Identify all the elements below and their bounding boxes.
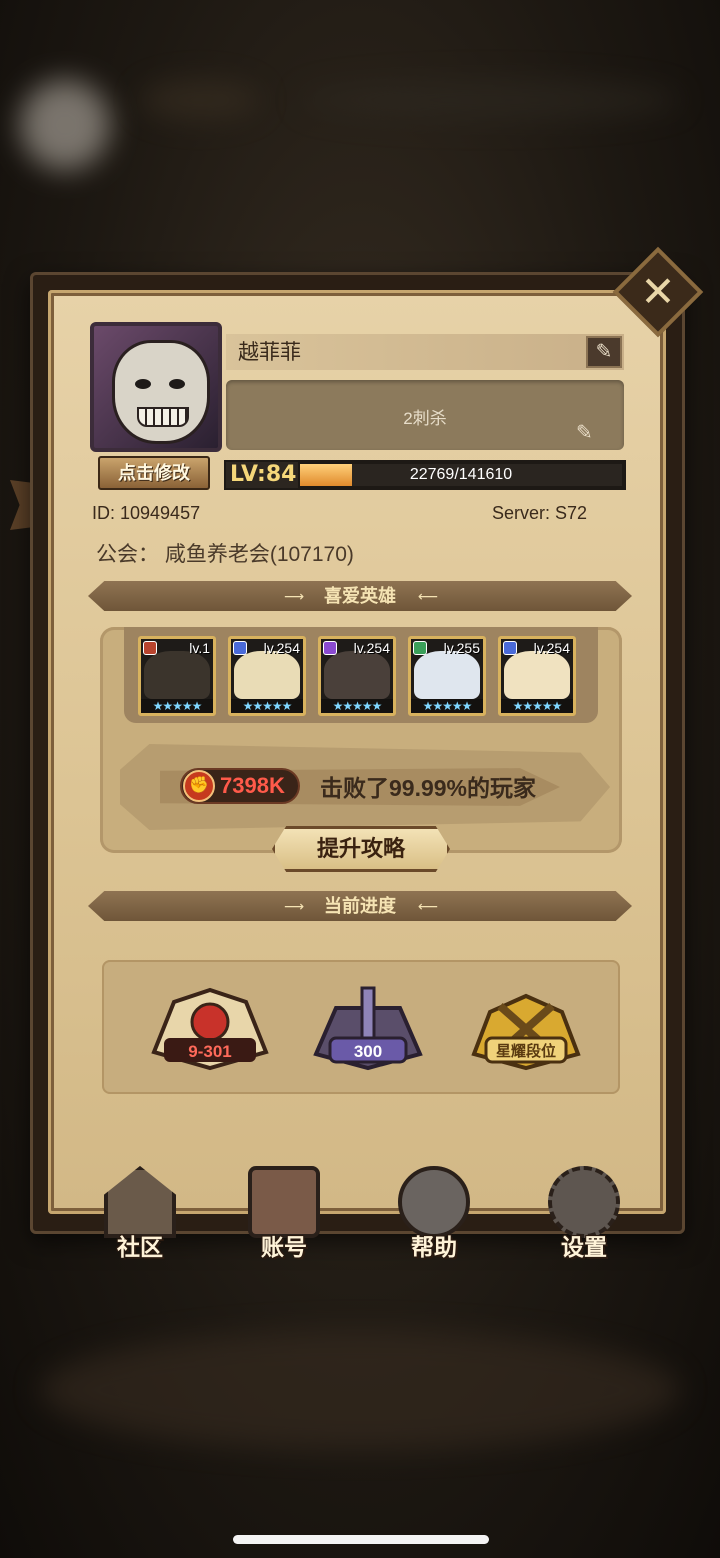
hero-card[interactable]: lv.255 ★★★★★	[408, 636, 486, 716]
hero-level: lv.255	[443, 640, 480, 656]
help-label: 帮助	[411, 1234, 457, 1260]
favorite-heroes-title: 喜爱英雄	[324, 586, 396, 606]
hero-stars: ★★★★★	[231, 699, 303, 713]
home-indicator[interactable]	[233, 1535, 489, 1544]
current-progress-title: 当前进度	[324, 896, 396, 916]
close-icon: ✕	[640, 268, 676, 315]
hero-element-icon	[233, 641, 247, 655]
hero-stars: ★★★★★	[321, 699, 393, 713]
account-label: 账号	[261, 1234, 307, 1260]
avatar-eye-right	[169, 379, 185, 389]
avatar-face	[112, 340, 210, 444]
hero-stars: ★★★★★	[411, 699, 483, 713]
hero-level: lv.254	[533, 640, 570, 656]
hero-portrait	[234, 651, 300, 699]
community-button[interactable]: 社区	[92, 1166, 188, 1266]
defeat-percentage-text: 击败了99.99%的玩家	[320, 775, 537, 801]
hero-level: lv.254	[353, 640, 390, 656]
background-resource-bar	[300, 80, 680, 120]
fist-icon: ✊	[183, 770, 215, 802]
player-name: 越菲菲	[238, 341, 301, 364]
arena-rank-label: 星耀段位	[495, 1043, 556, 1060]
hero-portrait	[504, 651, 570, 699]
chat-bubble-icon	[398, 1166, 470, 1238]
hero-element-icon	[413, 641, 427, 655]
xp-text: 22769/141610	[409, 466, 513, 483]
pencil-icon: ✎	[595, 341, 613, 363]
hero-card[interactable]: lv.254 ★★★★★	[228, 636, 306, 716]
settings-label: 设置	[561, 1234, 607, 1260]
hero-level: lv.254	[263, 640, 300, 656]
signature-text: 2刺杀	[403, 409, 447, 428]
avatar-mouth	[137, 407, 189, 427]
community-label: 社区	[117, 1234, 163, 1260]
hero-card[interactable]: lv.254 ★★★★★	[498, 636, 576, 716]
hero-card[interactable]: lv.254 ★★★★★	[318, 636, 396, 716]
hero-card[interactable]: lv.1 ★★★★★	[138, 636, 216, 716]
edit-signature-icon[interactable]: ✎	[576, 420, 593, 445]
hero-level: lv.1	[189, 640, 210, 656]
avatar-eye-left	[135, 379, 151, 389]
background-bottom-menu	[40, 1330, 680, 1450]
account-card-icon	[248, 1166, 320, 1238]
background-name-bar	[140, 80, 260, 120]
hero-portrait	[144, 651, 210, 699]
server-label: Server: S72	[492, 503, 588, 523]
campaign-stage-label: 9-301	[188, 1042, 232, 1061]
gear-icon	[548, 1166, 620, 1238]
hero-portrait	[414, 651, 480, 699]
hero-stars: ★★★★★	[501, 699, 573, 713]
improve-strategy-button[interactable]: 提升攻略	[272, 826, 450, 872]
tower-floor-label: 300	[353, 1042, 383, 1061]
settings-button[interactable]: 设置	[536, 1166, 632, 1266]
power-value: 7398K	[220, 773, 285, 798]
help-button[interactable]: 帮助	[386, 1166, 482, 1266]
player-avatar[interactable]	[90, 322, 222, 452]
hero-element-icon	[143, 641, 157, 655]
background-avatar	[20, 80, 110, 170]
castle-icon	[104, 1166, 176, 1238]
hero-element-icon	[503, 641, 517, 655]
hero-portrait	[324, 651, 390, 699]
edit-avatar-button[interactable]: 点击修改	[98, 456, 210, 490]
level-label: LV:84	[226, 462, 298, 488]
hero-element-icon	[323, 641, 337, 655]
edit-name-button[interactable]: ✎	[586, 336, 622, 368]
account-button[interactable]: 账号	[236, 1166, 332, 1266]
guild-label: 公会： 咸鱼养老会(107170)	[96, 543, 354, 566]
hero-stars: ★★★★★	[141, 699, 213, 713]
player-id: ID: 10949457	[92, 503, 201, 523]
